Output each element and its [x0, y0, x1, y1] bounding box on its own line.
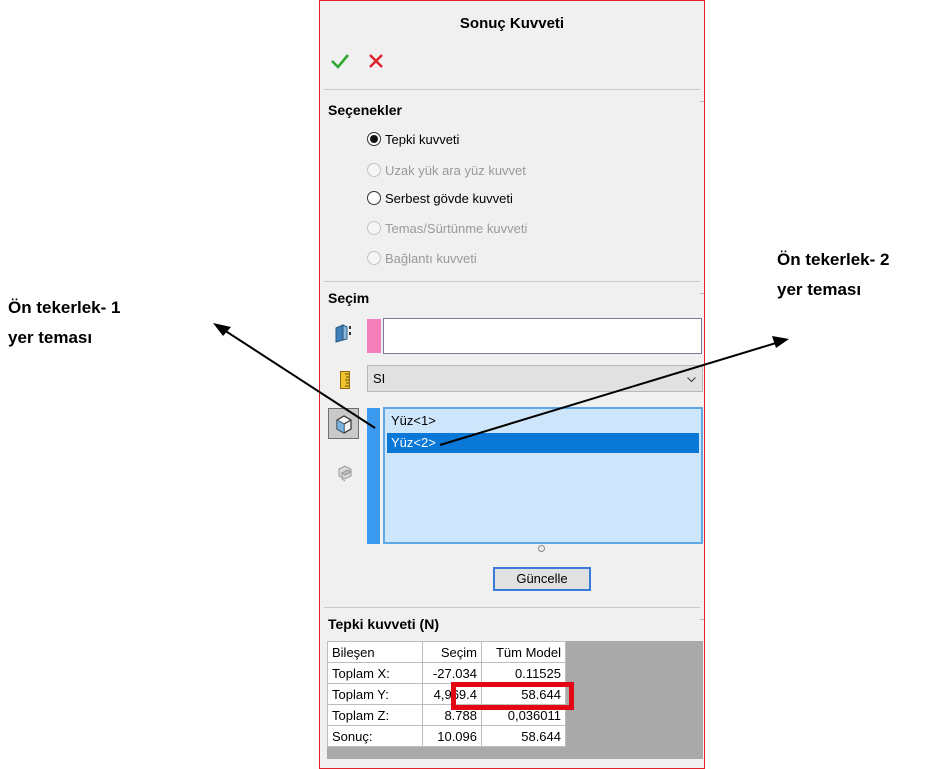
annotation-arrows [213, 323, 789, 446]
left-arrowhead [213, 323, 231, 336]
left-arrow-line [223, 329, 376, 429]
right-arrowhead [772, 336, 789, 348]
right-arrow-line [439, 342, 777, 446]
